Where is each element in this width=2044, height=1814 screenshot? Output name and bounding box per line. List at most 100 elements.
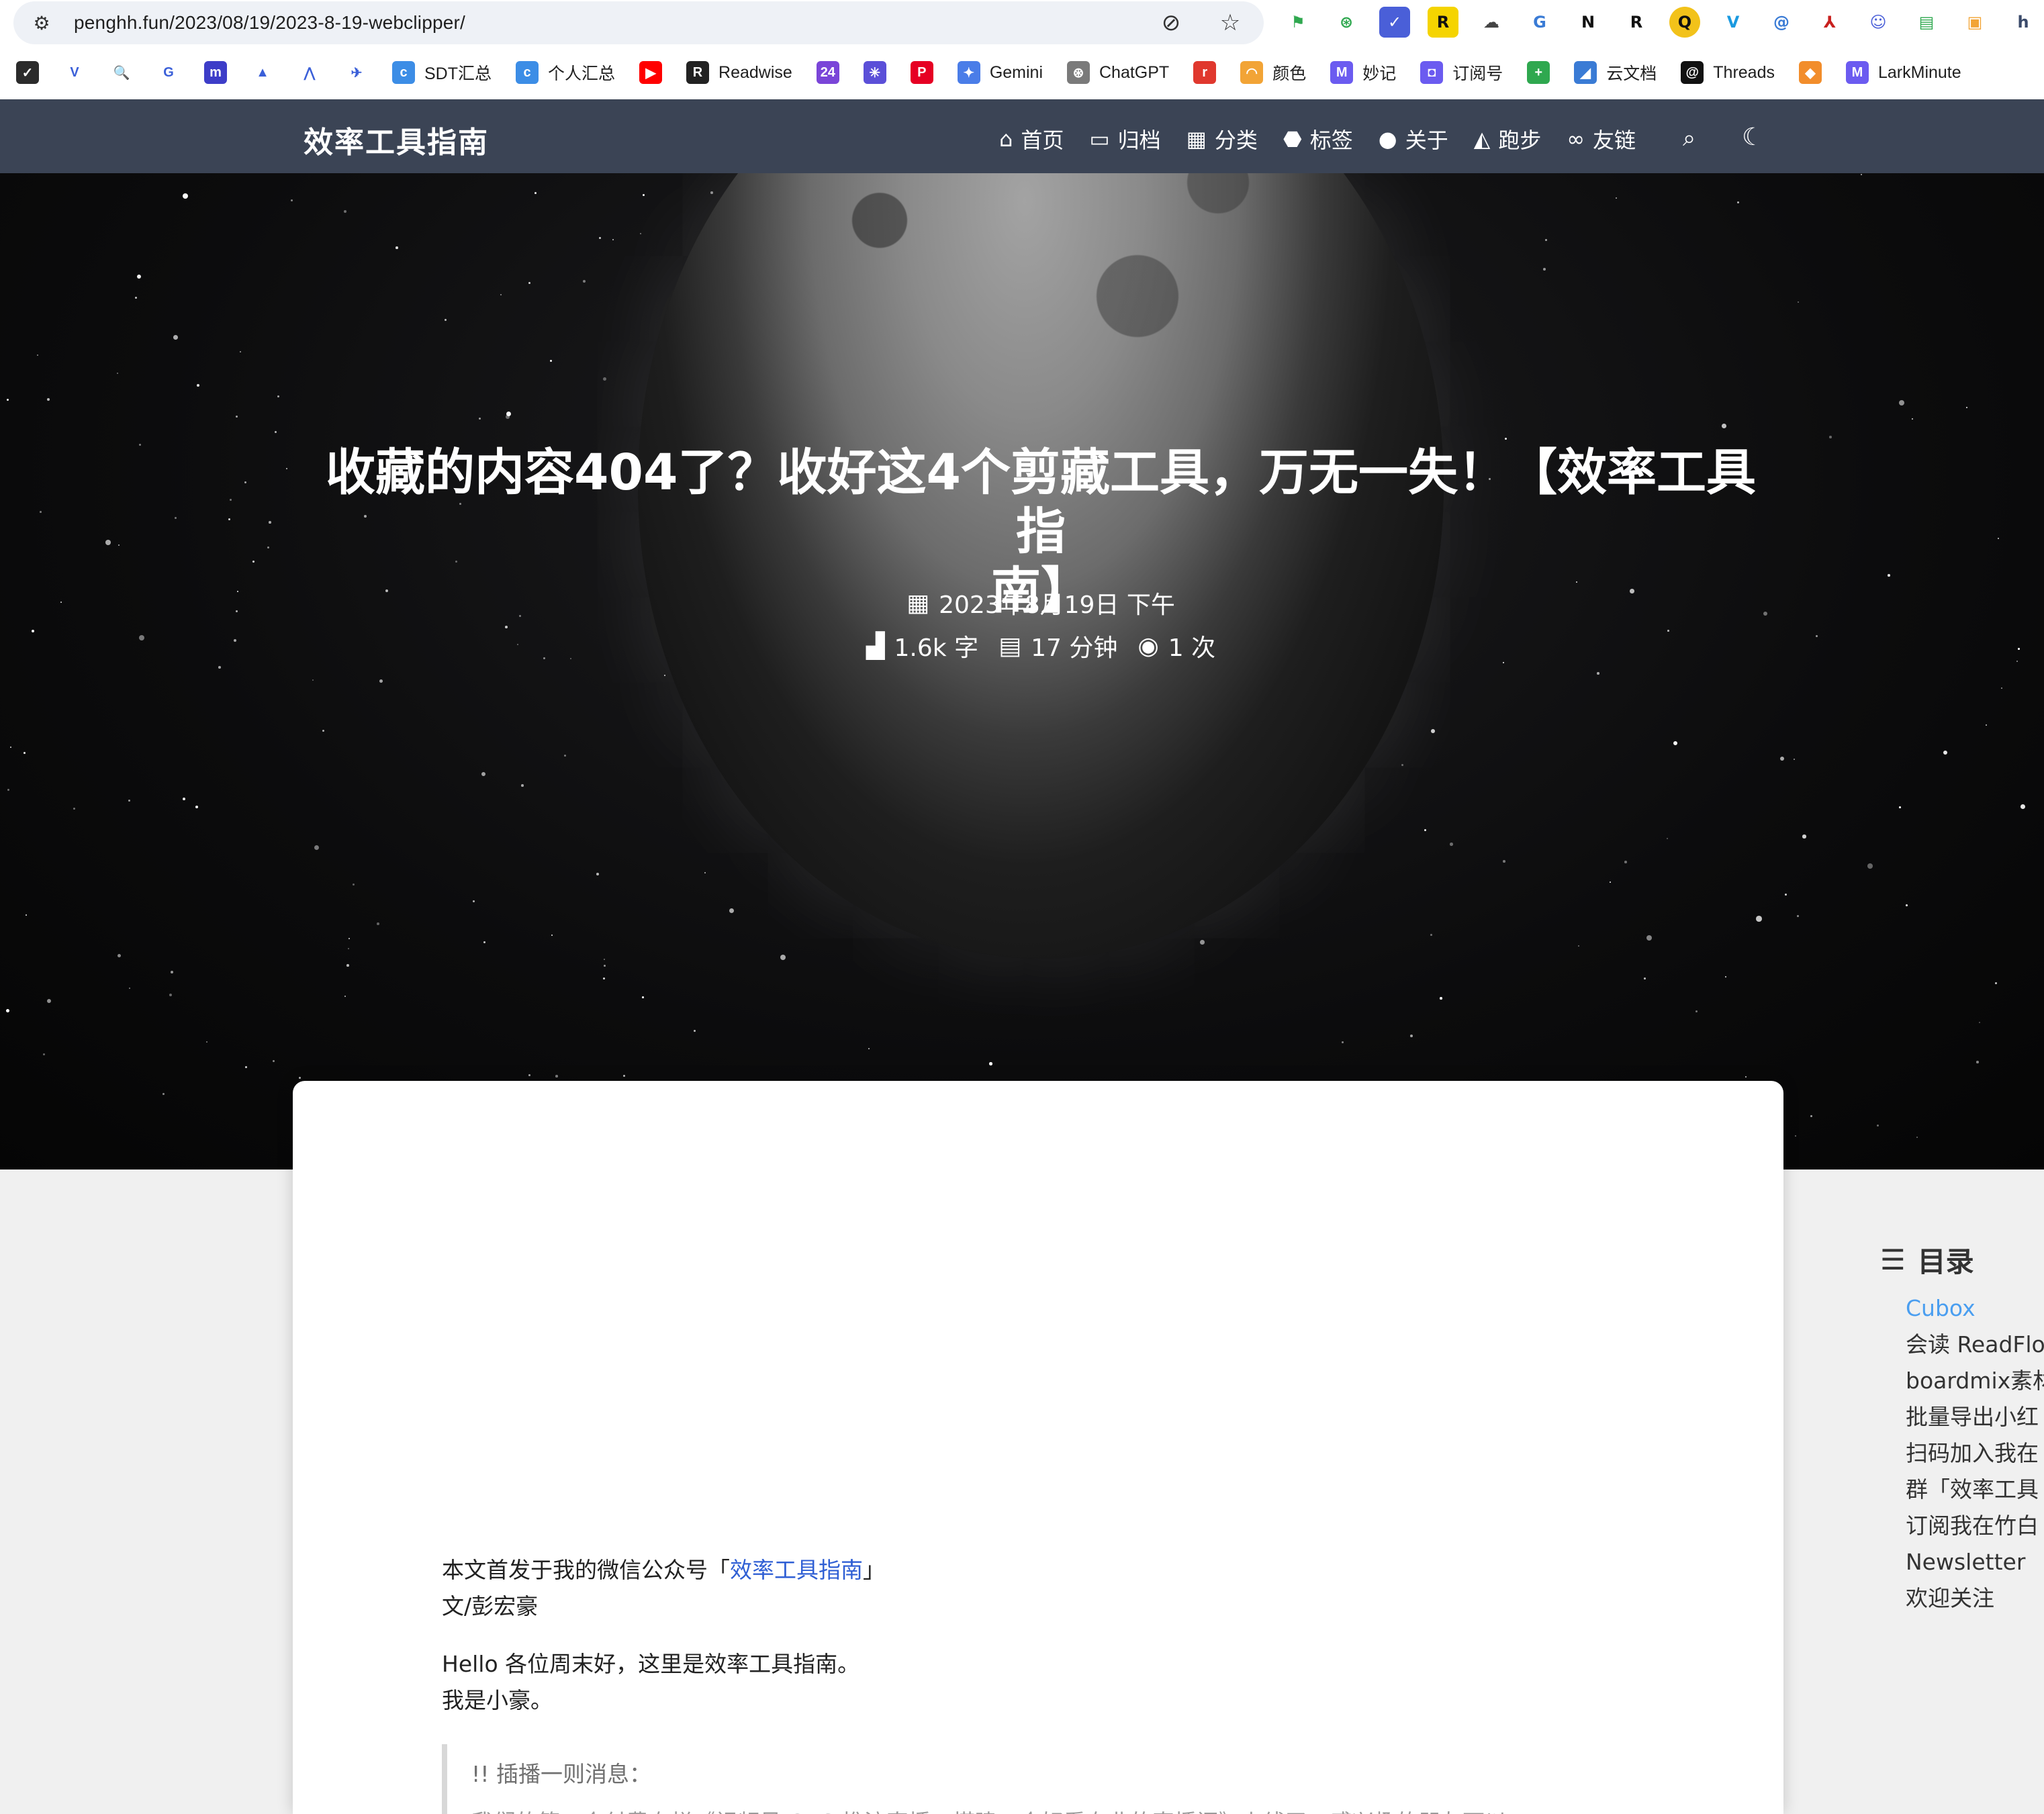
hello-paragraph: Hello 各位周末好，这里是效率工具指南。 我是小豪。 [442,1646,860,1719]
bookmark-item[interactable]: ✦ Gemini [957,61,1043,84]
bookmark-item[interactable]: 24 [816,61,839,84]
bookmark-item[interactable]: ▶ [639,61,663,84]
youtube-icon: ▶ [639,61,663,84]
star-dot [643,194,645,197]
translate-extension-icon[interactable]: G [1524,7,1555,38]
star-dot [183,798,185,800]
bookmark-item[interactable]: ✳ [863,61,886,84]
at-extension-icon[interactable]: @ [1766,7,1797,38]
star-dot [710,191,713,194]
search-icon: 🔍 [113,65,130,81]
toc-item[interactable]: Newsletter [1906,1544,2044,1580]
eye-off-icon[interactable]: ⊘ [1156,8,1186,38]
post-date: ▦ 2023年8月19日 下午 [0,585,2044,620]
search-extension-icon[interactable]: Q [1669,7,1700,38]
gemini-icon: ✦ [957,61,980,84]
nav-item-1[interactable]: ⌂ 首页 [999,124,1064,154]
star-dot [40,511,42,513]
nav-item-2[interactable]: ▭ 归档 [1089,124,1160,154]
chatgpt-extension-icon[interactable]: ⊛ [1331,7,1362,38]
doc-icon: c [392,61,415,84]
toc-item[interactable]: Cubox [1906,1290,2044,1327]
bookmark-item[interactable]: ▲ [251,61,274,84]
bookmark-item[interactable]: @ Threads [1681,61,1775,84]
face-extension-icon[interactable]: ☺ [1863,7,1894,38]
star-dot [314,845,320,851]
bookmark-item[interactable]: ◆ [1798,61,1822,84]
todo-extension-icon[interactable]: ✓ [1379,7,1410,38]
bookmark-item[interactable]: M 妙记 [1330,60,1396,85]
wechat-link[interactable]: 效率工具指南 [730,1557,863,1583]
star-dot [299,1077,301,1080]
star-dot [1545,239,1547,241]
page-extension-icon[interactable]: ▤ [1911,7,1942,38]
bookmark-item[interactable]: c SDT汇总 [392,60,492,85]
bookmark-item[interactable]: ⊛ ChatGPT [1067,61,1169,84]
cloud-extension-icon[interactable]: ☁ [1476,7,1507,38]
bookmark-item[interactable]: V [63,61,86,84]
star-dot [7,789,9,791]
vimeo-extension-icon[interactable]: V [1718,7,1749,38]
star-dot [1877,1125,1879,1127]
site-brand[interactable]: 效率工具指南 [304,118,489,161]
rainbow-icon: ◠ [1240,61,1264,84]
bookmark-item[interactable]: ◘ 订阅号 [1420,60,1503,85]
toc-item[interactable]: boardmix素材 [1906,1363,2044,1399]
threads-icon: @ [1681,61,1704,84]
bookmark-item[interactable]: + [1527,61,1550,84]
star-dot [252,561,255,563]
nav-item-7[interactable]: ∞ 友链 [1567,124,1636,154]
bookmark-item[interactable]: G [157,61,180,84]
star-dot [603,977,606,980]
toc-item[interactable]: 欢迎关注 [1906,1580,2044,1617]
calendar-24-icon: 24 [816,61,839,84]
nav-item-6[interactable]: ◭ 跑步 [1474,124,1542,154]
bookmark-item[interactable]: M LarkMinute [1845,61,1961,84]
h-extension-icon[interactable]: h [2008,7,2039,38]
bookmark-label: 订阅号 [1452,64,1503,83]
notion-extension-icon[interactable]: N [1573,7,1604,38]
bookmark-item[interactable]: ◢ 云文档 [1574,60,1657,85]
toc-item[interactable]: 会读 ReadFlo [1906,1327,2044,1363]
bookmark-item[interactable]: 🔍 [110,61,133,84]
star-dot [240,351,242,353]
star-dot [1810,1115,1813,1118]
bookmark-item[interactable]: c 个人汇总 [516,60,615,85]
url-text[interactable]: penghh.fun/2023/08/19/2023-8-19-webclipp… [74,12,465,34]
site-info-icon[interactable]: ⚙ [28,9,55,36]
toc-item[interactable]: 扫码加入我在 [1906,1435,2044,1472]
bookmark-item[interactable]: m [204,61,227,84]
star-dot [506,415,510,419]
address-bar[interactable]: ⚙ penghh.fun/2023/08/19/2023-8-19-webcli… [13,1,1264,44]
bookmark-star-icon[interactable]: ☆ [1215,8,1245,38]
nav-item-4[interactable]: ⬣ 标签 [1283,124,1353,154]
bookmark-item[interactable]: R Readwise [686,61,792,84]
nav-item-3[interactable]: ▦ 分类 [1187,124,1258,154]
bookmark-item[interactable]: ◠ 颜色 [1240,60,1306,85]
star-dot [1802,834,1806,839]
dark-mode-moon-icon[interactable]: ☾ [1742,124,1763,151]
toc-item[interactable]: 订阅我在竹白 [1906,1508,2044,1544]
view-count-text: 1 次 [1168,634,1216,662]
bookmark-item[interactable]: ✈ [345,61,368,84]
notice-blockquote: !! 插播一则消息： 我们的第一个付费专栏《视频号 OBS 推流直播，搭建一个好… [442,1744,1651,1814]
star-dot [1976,1061,1979,1063]
star-dot [603,377,606,381]
bookmark-item[interactable]: P [910,61,933,84]
toc-title: 目录 [1917,1245,1974,1278]
search-icon[interactable]: ⌕ [1683,125,1695,152]
bookmark-item[interactable]: ⋀ [298,61,321,84]
star-dot [162,1093,165,1095]
nav-item-5[interactable]: ● 关于 [1379,124,1448,154]
toc-item[interactable]: 群「效率工具 [1906,1472,2044,1508]
pdf-extension-icon[interactable]: ⅄ [1814,7,1845,38]
bookmark-item[interactable]: ✓ [16,61,39,84]
window-extension-icon[interactable]: ▣ [1959,7,1990,38]
bookmark-item[interactable]: r [1193,61,1217,84]
readwise-extension-icon[interactable]: R [1428,7,1458,38]
readwise-reader-extension-icon[interactable]: R [1621,7,1652,38]
flag-extension-icon[interactable]: ⚑ [1283,7,1313,38]
star-dot [1737,201,1740,204]
star-dot [1543,268,1546,271]
toc-item[interactable]: 批量导出小红 [1906,1399,2044,1435]
